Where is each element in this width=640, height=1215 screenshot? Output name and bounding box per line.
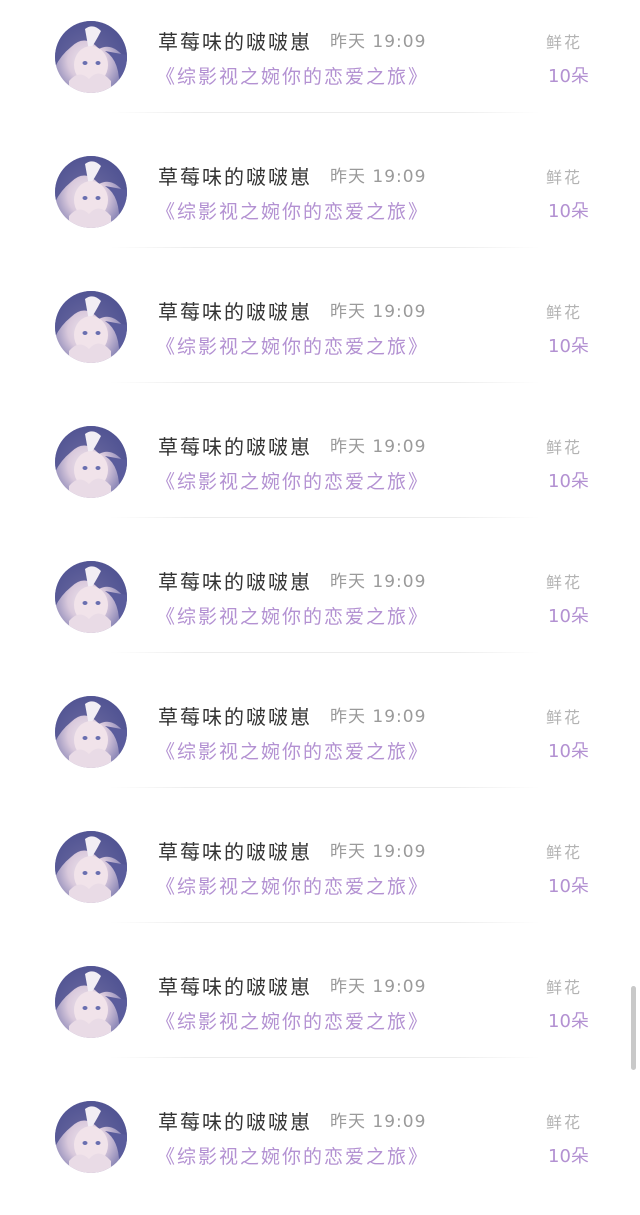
gift-time: 昨天 19:09 bbox=[330, 32, 427, 52]
list-item[interactable]: 草莓味的啵啵崽 昨天 19:09 《综影视之婉你的恋爱之旅》 鲜花 10朵 bbox=[0, 540, 640, 675]
book-title-link[interactable]: 《综影视之婉你的恋爱之旅》 bbox=[156, 467, 429, 494]
row-divider bbox=[110, 112, 540, 113]
user-name: 草莓味的啵啵崽 bbox=[158, 570, 312, 594]
list-item[interactable]: 草莓味的啵啵崽 昨天 19:09 《综影视之婉你的恋爱之旅》 鲜花 10朵 bbox=[0, 945, 640, 1080]
list-item[interactable]: 草莓味的啵啵崽 昨天 19:09 《综影视之婉你的恋爱之旅》 鲜花 10朵 bbox=[0, 810, 640, 945]
gift-time: 昨天 19:09 bbox=[330, 707, 427, 727]
gift-type-label: 鲜花 bbox=[546, 843, 583, 862]
gift-type-label: 鲜花 bbox=[546, 573, 583, 592]
user-name: 草莓味的啵啵崽 bbox=[158, 300, 312, 324]
gift-type-label: 鲜花 bbox=[546, 1113, 583, 1132]
avatar[interactable] bbox=[55, 1101, 127, 1173]
list-item[interactable]: 草莓味的啵啵崽 昨天 19:09 《综影视之婉你的恋爱之旅》 鲜花 10朵 bbox=[0, 1080, 640, 1215]
avatar[interactable] bbox=[55, 696, 127, 768]
gift-type-label: 鲜花 bbox=[546, 303, 583, 322]
avatar[interactable] bbox=[55, 966, 127, 1038]
list-item[interactable]: 草莓味的啵啵崽 昨天 19:09 《综影视之婉你的恋爱之旅》 鲜花 10朵 bbox=[0, 405, 640, 540]
avatar[interactable] bbox=[55, 156, 127, 228]
gift-time: 昨天 19:09 bbox=[330, 437, 427, 457]
book-title-link[interactable]: 《综影视之婉你的恋爱之旅》 bbox=[156, 872, 429, 899]
gift-count: 10朵 bbox=[548, 876, 589, 897]
row-divider bbox=[110, 517, 540, 518]
row-divider bbox=[110, 922, 540, 923]
avatar[interactable] bbox=[55, 831, 127, 903]
row-divider bbox=[110, 1057, 540, 1058]
avatar[interactable] bbox=[55, 426, 127, 498]
book-title-link[interactable]: 《综影视之婉你的恋爱之旅》 bbox=[156, 197, 429, 224]
gift-count: 10朵 bbox=[548, 741, 589, 762]
gift-time: 昨天 19:09 bbox=[330, 167, 427, 187]
row-divider bbox=[110, 382, 540, 383]
list-item[interactable]: 草莓味的啵啵崽 昨天 19:09 《综影视之婉你的恋爱之旅》 鲜花 10朵 bbox=[0, 270, 640, 405]
gift-time: 昨天 19:09 bbox=[330, 1112, 427, 1132]
gift-count: 10朵 bbox=[548, 201, 589, 222]
row-divider bbox=[110, 652, 540, 653]
user-name: 草莓味的啵啵崽 bbox=[158, 1110, 312, 1134]
row-divider bbox=[110, 247, 540, 248]
user-name: 草莓味的啵啵崽 bbox=[158, 165, 312, 189]
book-title-link[interactable]: 《综影视之婉你的恋爱之旅》 bbox=[156, 332, 429, 359]
gift-type-label: 鲜花 bbox=[546, 33, 583, 52]
book-title-link[interactable]: 《综影视之婉你的恋爱之旅》 bbox=[156, 602, 429, 629]
gift-count: 10朵 bbox=[548, 66, 589, 87]
avatar[interactable] bbox=[55, 21, 127, 93]
user-name: 草莓味的啵啵崽 bbox=[158, 435, 312, 459]
row-divider bbox=[110, 787, 540, 788]
list-item[interactable]: 草莓味的啵啵崽 昨天 19:09 《综影视之婉你的恋爱之旅》 鲜花 10朵 bbox=[0, 0, 640, 135]
gift-count: 10朵 bbox=[548, 1011, 589, 1032]
gift-type-label: 鲜花 bbox=[546, 708, 583, 727]
list-item[interactable]: 草莓味的啵啵崽 昨天 19:09 《综影视之婉你的恋爱之旅》 鲜花 10朵 bbox=[0, 675, 640, 810]
gift-type-label: 鲜花 bbox=[546, 438, 583, 457]
gift-count: 10朵 bbox=[548, 471, 589, 492]
user-name: 草莓味的啵啵崽 bbox=[158, 30, 312, 54]
gift-time: 昨天 19:09 bbox=[330, 977, 427, 997]
vertical-scrollbar[interactable] bbox=[631, 986, 636, 1070]
book-title-link[interactable]: 《综影视之婉你的恋爱之旅》 bbox=[156, 737, 429, 764]
gift-type-label: 鲜花 bbox=[546, 168, 583, 187]
gift-time: 昨天 19:09 bbox=[330, 572, 427, 592]
gift-time: 昨天 19:09 bbox=[330, 302, 427, 322]
gift-record-list: 草莓味的啵啵崽 昨天 19:09 《综影视之婉你的恋爱之旅》 鲜花 10朵 草莓… bbox=[0, 0, 640, 1215]
book-title-link[interactable]: 《综影视之婉你的恋爱之旅》 bbox=[156, 1142, 429, 1169]
gift-count: 10朵 bbox=[548, 1146, 589, 1167]
gift-type-label: 鲜花 bbox=[546, 978, 583, 997]
book-title-link[interactable]: 《综影视之婉你的恋爱之旅》 bbox=[156, 62, 429, 89]
gift-count: 10朵 bbox=[548, 606, 589, 627]
avatar[interactable] bbox=[55, 291, 127, 363]
gift-count: 10朵 bbox=[548, 336, 589, 357]
user-name: 草莓味的啵啵崽 bbox=[158, 840, 312, 864]
gift-time: 昨天 19:09 bbox=[330, 842, 427, 862]
user-name: 草莓味的啵啵崽 bbox=[158, 705, 312, 729]
avatar[interactable] bbox=[55, 561, 127, 633]
book-title-link[interactable]: 《综影视之婉你的恋爱之旅》 bbox=[156, 1007, 429, 1034]
list-item[interactable]: 草莓味的啵啵崽 昨天 19:09 《综影视之婉你的恋爱之旅》 鲜花 10朵 bbox=[0, 135, 640, 270]
user-name: 草莓味的啵啵崽 bbox=[158, 975, 312, 999]
